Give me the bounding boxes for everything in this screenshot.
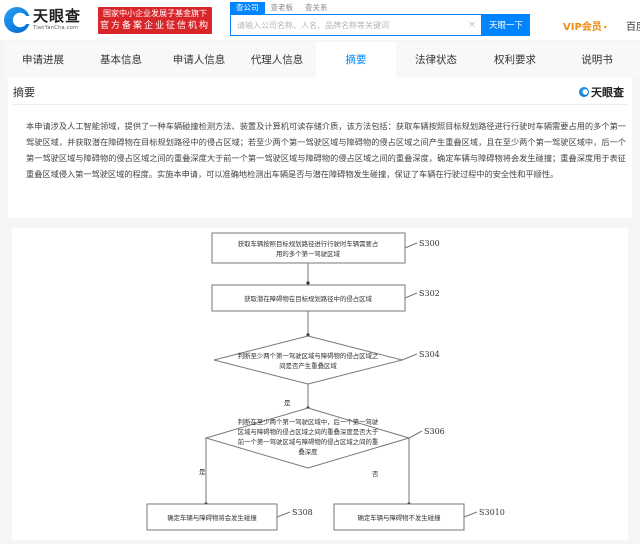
step-id-s304: S304 [419, 350, 440, 359]
flowchart-figure: 获取车辆按照目标规划路径进行行驶时车辆需要占 用的多个第一驾驶区域 获取潜在障碍… [146, 232, 505, 531]
step-text-s302: 获取潜在障碍物在目标规划路径中的侵占区域 [244, 294, 372, 303]
chevron-down-icon: ▾ [603, 23, 607, 31]
patent-section-tabs: 申请进展 基本信息 申请人信息 代理人信息 摘要 法律状态 权利要求 说明书 [4, 42, 640, 78]
abstract-title: 摘要 [13, 86, 35, 99]
top-navigation-bar: 天眼查 TianYanCha.com 国家中小企业发展子基金旗下 官方备案企业征… [0, 0, 640, 40]
step-box-s300 [211, 232, 406, 264]
tab-specification[interactable]: 说明书 [554, 42, 640, 78]
vip-menu[interactable]: VIP会员 ▾ [563, 18, 607, 33]
tab-legal-status[interactable]: 法律状态 [396, 42, 476, 78]
leader-line-s302 [404, 292, 418, 299]
step-text-s3010: 确定车辆与障碍物不发生碰撞 [357, 513, 441, 522]
abstract-figure-card: 获取车辆按照目标规划路径进行行驶时车辆需要占 用的多个第一驾驶区域 获取潜在障碍… [12, 228, 628, 540]
step-text-s300-line2: 用的多个第一驾驶区域 [276, 249, 341, 258]
watermark-logo: 天眼查 [579, 84, 624, 100]
search-type-tabs: 查公司 查老板 查关系 [230, 2, 334, 14]
step-text-s306-line1: 判断在至少两个第一驾驶区域中，后一个第一驾驶 [238, 417, 379, 426]
search-tab-relation[interactable]: 查关系 [299, 2, 334, 14]
search-button[interactable]: 天眼一下 [482, 14, 530, 36]
step-text-s300-line1: 获取车辆按照目标规划路径进行行驶时车辆需要占 [238, 239, 379, 248]
step-text-s306-line3: 前一个第一驾驶区域与障碍物的侵占区域之间的重 [238, 437, 379, 446]
abstract-text: 本申请涉及人工智能领域，提供了一种车辆碰撞检测方法、装置及计算机可读存储介质，该… [26, 121, 626, 179]
tab-abstract[interactable]: 摘要 [316, 42, 396, 78]
divider [12, 104, 628, 105]
logo-mark-icon [4, 7, 32, 33]
step-text-s306-line4: 叠深度 [298, 447, 318, 456]
step-id-s302: S302 [419, 289, 440, 298]
step-id-s306: S306 [424, 427, 445, 436]
promo-banner[interactable]: 国家中小企业发展子基金旗下 官方备案企业征信机构 [98, 7, 212, 34]
step-text-s304-line2: 间是否产生重叠区域 [279, 361, 337, 370]
step-text-s308: 确定车辆与障碍物将会发生碰撞 [167, 513, 257, 522]
edge-label-no: 否 [372, 470, 379, 478]
step-id-s3010: S3010 [479, 508, 505, 517]
tab-claims[interactable]: 权利要求 [476, 42, 554, 78]
logo-name: 天眼查 [33, 7, 82, 25]
leader-line-s300 [404, 242, 418, 249]
tab-basic-info[interactable]: 基本信息 [82, 42, 160, 78]
logo-mark-icon [579, 87, 589, 97]
tianyancha-logo[interactable]: 天眼查 TianYanCha.com [4, 5, 90, 35]
watermark-text: 天眼查 [591, 86, 624, 99]
step-id-s300: S300 [419, 239, 440, 248]
vip-label: VIP会员 [563, 22, 602, 33]
right-nav-link[interactable]: 百度 [626, 18, 640, 33]
abstract-card: 摘要 天眼查 本申请涉及人工智能领域，提供了一种车辆碰撞检测方法、装置及计算机可… [8, 78, 632, 218]
decision-diamond-s304 [213, 335, 403, 385]
leader-line-s308 [276, 511, 291, 518]
edge-label-yes: 是 [199, 468, 206, 476]
leader-line-s304 [401, 353, 418, 361]
tab-applicant-info[interactable]: 申请人信息 [160, 42, 238, 78]
clear-icon[interactable]: × [463, 20, 481, 30]
search-box: × [230, 14, 482, 36]
search-input[interactable] [231, 20, 463, 30]
promo-line-1: 国家中小企业发展子基金旗下 [103, 9, 207, 18]
search-tab-boss[interactable]: 查老板 [265, 2, 300, 14]
logo-domain: TianYanCha.com [33, 25, 79, 31]
step-id-s308: S308 [292, 508, 313, 517]
edge-label-yes: 是 [284, 399, 291, 407]
leader-line-s306 [408, 430, 423, 439]
tab-application-progress[interactable]: 申请进展 [4, 42, 82, 78]
search-tab-company[interactable]: 查公司 [230, 2, 265, 14]
step-text-s304-line1: 判断至少两个第一驾驶区域与障碍物的侵占区域之 [238, 351, 379, 360]
promo-line-2: 官方备案企业征信机构 [99, 21, 210, 31]
leader-line-s3010 [463, 511, 478, 518]
tab-agent-info[interactable]: 代理人信息 [238, 42, 316, 78]
step-text-s306-line2: 区域与障碍物的侵占区域之间的重叠深度是否大于 [238, 427, 379, 436]
